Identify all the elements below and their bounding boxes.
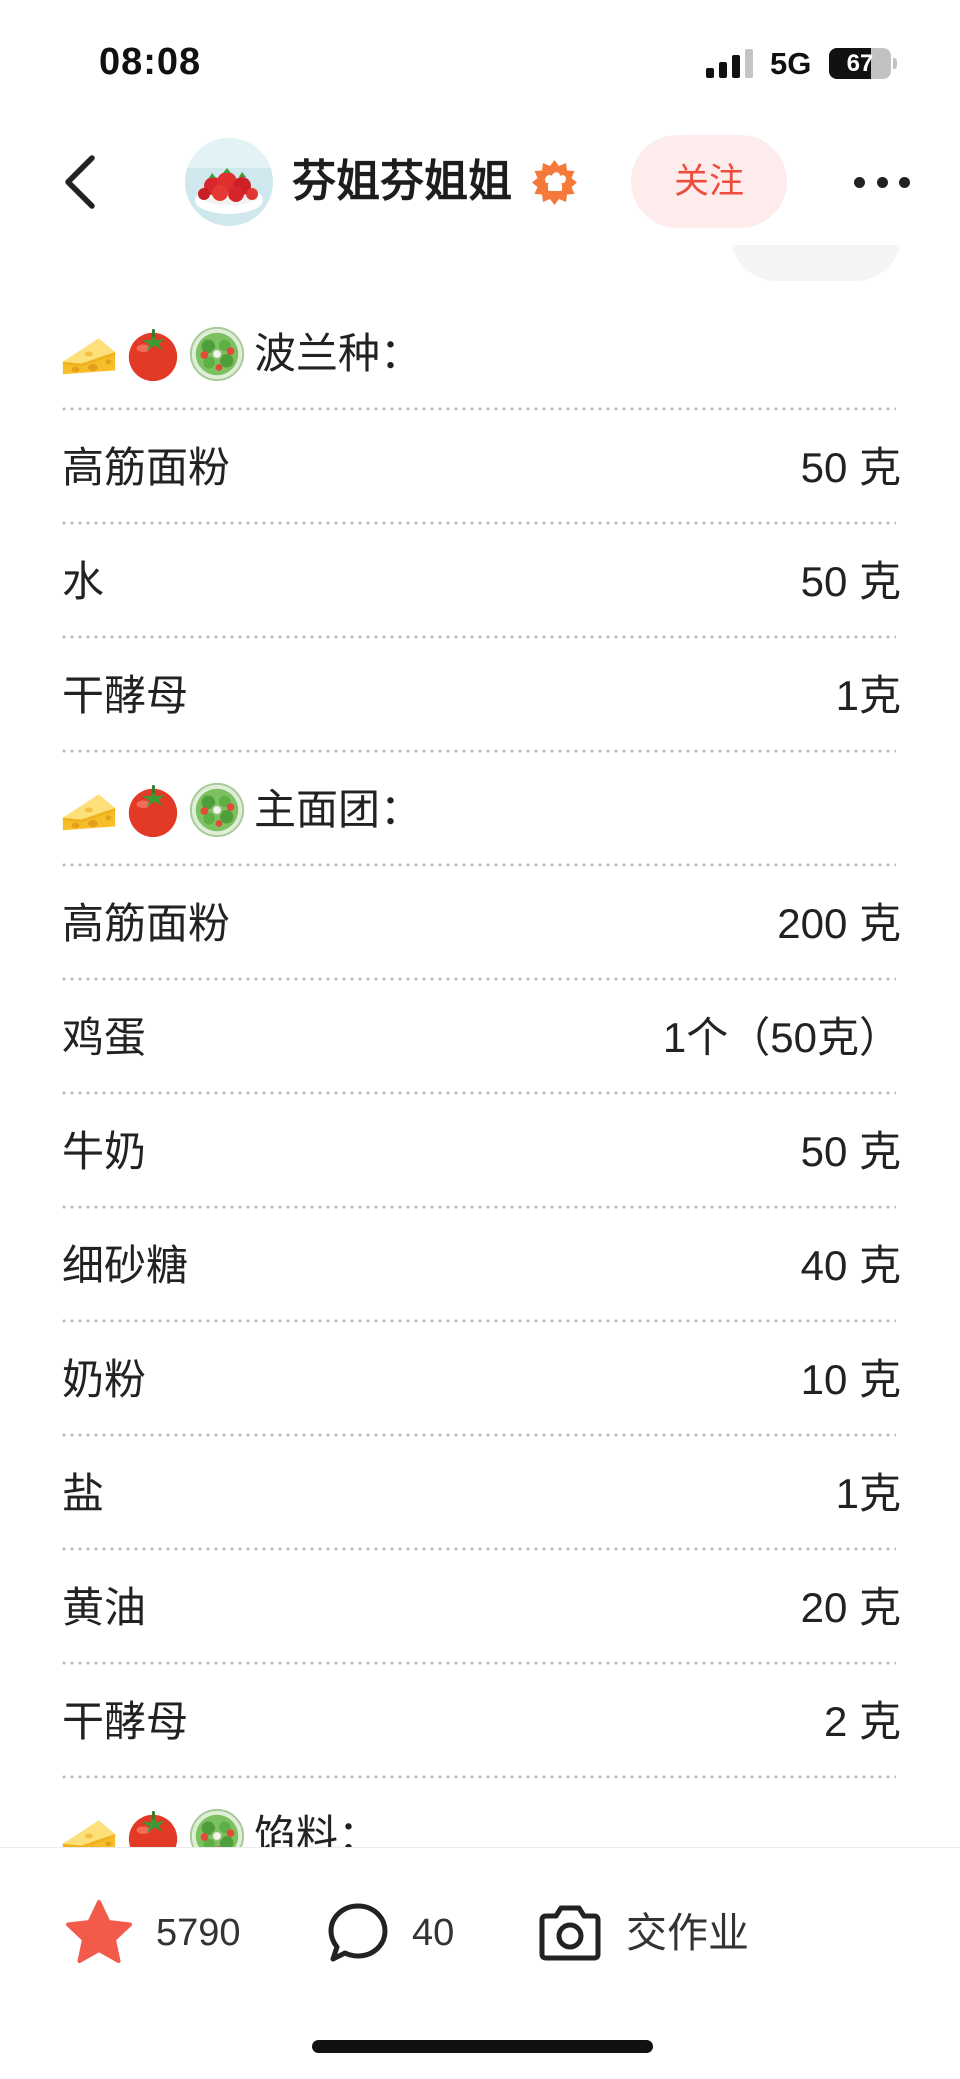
- cheese-icon: [60, 325, 118, 383]
- ingredient-name: 鸡蛋: [62, 1014, 147, 1061]
- more-dot: [876, 176, 888, 188]
- follow-button[interactable]: 关注: [631, 135, 787, 228]
- ingredient-amount: 50 克: [800, 444, 901, 491]
- more-dot: [899, 176, 910, 188]
- top-header: 08:08 5G 67 芬姐芬姐姐 关注: [0, 0, 960, 245]
- ingredient-amount: 10 克: [800, 1356, 901, 1403]
- comment-icon: [328, 1903, 388, 1962]
- cheese-icon: [60, 781, 118, 839]
- signal-icon: [706, 49, 753, 78]
- ingredient-row: 高筋面粉 200 克: [60, 867, 901, 981]
- tomato-icon: [124, 325, 182, 383]
- ingredient-amount: 2 克: [823, 1698, 901, 1745]
- ingredient-amount: 40 克: [800, 1242, 901, 1289]
- more-dot: [854, 176, 865, 188]
- ingredient-name: 干酵母: [62, 672, 189, 719]
- more-icon[interactable]: [850, 168, 914, 196]
- camera-icon: [539, 1905, 601, 1961]
- ingredient-row: 水 50 克: [60, 525, 901, 639]
- ingredient-name: 黄油: [62, 1584, 147, 1631]
- ingredient-row: 盐 1克: [60, 1437, 901, 1551]
- section-title: 主面团：: [254, 786, 423, 833]
- salad-icon: [188, 325, 246, 383]
- status-time: 08:08: [99, 41, 202, 83]
- homework-button[interactable]: 交作业: [536, 1888, 749, 1978]
- author-name[interactable]: 芬姐芬姐姐: [292, 160, 512, 204]
- ingredient-row: 鸡蛋 1个（50克）: [60, 981, 901, 1095]
- ingredient-name: 盐: [62, 1470, 105, 1517]
- ingredient-name: 奶粉: [62, 1356, 147, 1403]
- ingredient-amount: 20 克: [800, 1584, 901, 1631]
- back-chevron-icon: [65, 155, 95, 209]
- ingredient-name: 牛奶: [62, 1128, 147, 1175]
- chef-badge-icon: [531, 159, 578, 206]
- section-header: 波兰种：: [60, 297, 901, 411]
- battery-nub: [893, 58, 897, 69]
- like-button[interactable]: 5790: [64, 1888, 241, 1978]
- ingredient-name: 细砂糖: [62, 1242, 189, 1289]
- avatar[interactable]: [185, 138, 273, 226]
- battery-percent: 67: [846, 49, 874, 77]
- ingredient-name: 高筋面粉: [62, 900, 231, 947]
- network-label: 5G: [770, 46, 812, 81]
- ingredient-list: 波兰种： 高筋面粉 50 克 水 50 克 干酵母 1克 主面团： 高筋面粉 2…: [60, 297, 901, 1893]
- tomato-icon: [124, 781, 182, 839]
- ingredient-row: 细砂糖 40 克: [60, 1209, 901, 1323]
- battery-icon: 67: [829, 48, 891, 79]
- ingredient-row: 奶粉 10 克: [60, 1323, 901, 1437]
- back-button[interactable]: [58, 150, 102, 214]
- ingredient-row: 干酵母 2 克: [60, 1665, 901, 1779]
- ingredient-amount: 50 克: [800, 558, 901, 605]
- ingredient-amount: 1克: [835, 672, 901, 719]
- homework-label: 交作业: [626, 1909, 749, 1956]
- ingredient-name: 水: [62, 558, 105, 605]
- ingredient-amount: 200 克: [777, 900, 901, 947]
- star-icon: [66, 1900, 132, 1963]
- salad-icon: [188, 781, 246, 839]
- home-indicator[interactable]: [312, 2040, 653, 2053]
- comment-count: 40: [412, 1912, 455, 1954]
- comment-button[interactable]: 40: [326, 1888, 454, 1978]
- ingredient-name: 高筋面粉: [62, 444, 231, 491]
- section-header: 主面团：: [60, 753, 901, 867]
- section-title: 波兰种：: [254, 330, 423, 377]
- ingredient-amount: 50 克: [800, 1128, 901, 1175]
- ingredient-row: 高筋面粉 50 克: [60, 411, 901, 525]
- like-count: 5790: [156, 1912, 241, 1954]
- follow-label: 关注: [673, 162, 744, 201]
- ingredient-row: 干酵母 1克: [60, 639, 901, 753]
- ingredient-row: 黄油 20 克: [60, 1551, 901, 1665]
- ingredient-amount: 1克: [835, 1470, 901, 1517]
- ingredient-amount: 1个（50克）: [662, 1014, 901, 1061]
- ingredient-row: 牛奶 50 克: [60, 1095, 901, 1209]
- ingredient-name: 干酵母: [62, 1698, 189, 1745]
